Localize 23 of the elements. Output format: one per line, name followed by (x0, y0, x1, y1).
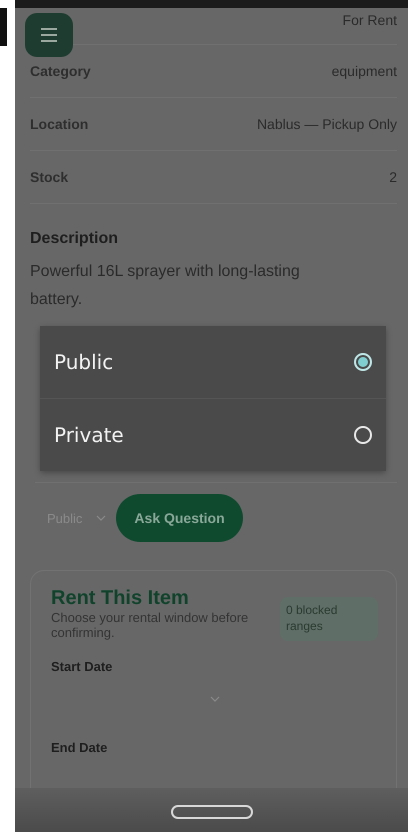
detail-label: Location (30, 116, 88, 132)
radio-button[interactable] (354, 426, 372, 444)
detail-label: Stock (30, 169, 68, 185)
description-text: Powerful 16L sprayer with long-lasting battery. (30, 262, 301, 310)
edge-mark (0, 8, 7, 46)
menu-icon (40, 27, 58, 43)
home-indicator[interactable] (171, 805, 253, 819)
end-date-label: End Date (51, 740, 108, 755)
radio-button[interactable] (354, 353, 372, 371)
chevron-down-icon (96, 515, 106, 521)
detail-value: equipment (332, 63, 397, 79)
start-date-label: Start Date (51, 659, 114, 674)
detail-label: Category (30, 63, 91, 79)
description-heading: Description (30, 230, 120, 248)
ask-question-button[interactable]: Ask Question (116, 494, 243, 542)
menu-option[interactable]: Public (40, 326, 386, 399)
menu-button[interactable] (25, 13, 73, 57)
chevron-down-icon (210, 696, 220, 702)
card-title: Rent This Item (51, 587, 190, 610)
detail-value: Nablus — Pickup Only (256, 116, 397, 132)
detail-value: 2 (389, 169, 397, 185)
detail-value: For Rent (342, 12, 397, 28)
menu-option[interactable]: Private (40, 399, 386, 471)
